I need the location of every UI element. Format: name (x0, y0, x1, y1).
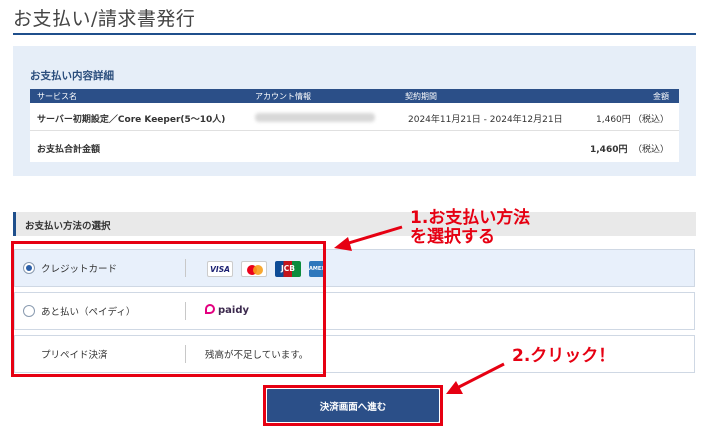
arrow-step2-line (454, 362, 505, 391)
annotation-arrows (334, 225, 505, 394)
arrow-step1-head (334, 237, 352, 251)
arrow-step1-line (341, 225, 403, 247)
